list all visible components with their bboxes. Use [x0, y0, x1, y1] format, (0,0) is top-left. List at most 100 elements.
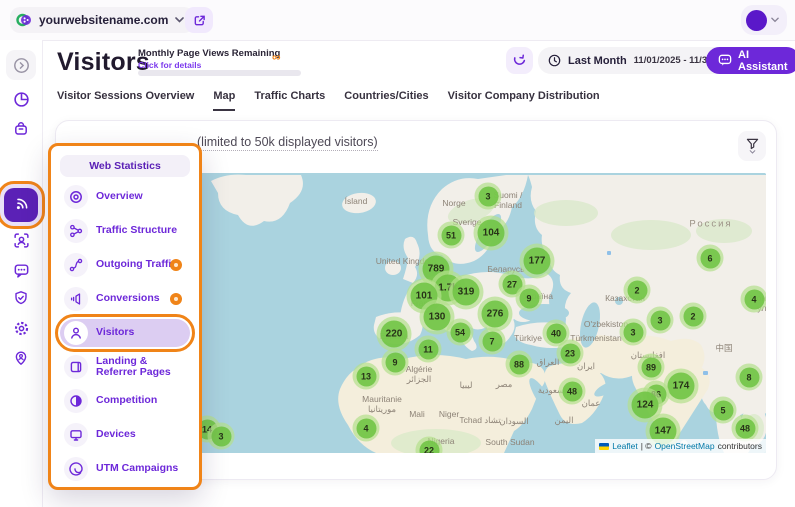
spiral-icon: [64, 457, 88, 481]
ai-chat-icon: [718, 54, 732, 67]
map-cluster[interactable]: 22: [416, 437, 443, 454]
website-selector[interactable]: yourwebsitename.com: [10, 7, 194, 33]
flyout-item-outgoing-traffic[interactable]: Outgoing Traffic: [60, 251, 190, 279]
leaflet-link[interactable]: Leaflet: [612, 441, 638, 451]
pageviews-remaining-label: Monthly Page Views Remaining: [138, 48, 280, 59]
map-cluster[interactable]: 3: [620, 319, 647, 346]
flyout-item-overview[interactable]: Overview: [60, 183, 190, 211]
flyout-item-label: Traffic Structure: [96, 225, 177, 236]
openstreetmap-link[interactable]: OpenStreetMap: [655, 441, 715, 451]
map-cluster[interactable]: 6: [697, 245, 724, 272]
web-statistics-flyout: Web Statistics Overview Traffic Structur…: [48, 143, 202, 490]
sidebar-item-analytics[interactable]: [6, 84, 36, 114]
target-icon: [64, 185, 88, 209]
map-cluster[interactable]: 220: [377, 317, 412, 352]
web-statistics-signal-icon: [12, 196, 30, 214]
flyout-item-landing-referrer-pages[interactable]: Landing & Referrer Pages: [60, 353, 190, 381]
flyout-item-visitors[interactable]: Visitors: [60, 319, 190, 347]
sidebar-expand-toggle[interactable]: [6, 50, 36, 80]
network-icon: [64, 219, 88, 243]
map-cluster[interactable]: 5: [710, 397, 737, 424]
map-cluster[interactable]: 276: [478, 297, 513, 332]
tab-visitor-company-distribution[interactable]: Visitor Company Distribution: [448, 90, 600, 111]
refresh-button[interactable]: [506, 47, 533, 74]
sidebar-item-user-scan[interactable]: [6, 225, 36, 255]
flyout-item-conversions[interactable]: Conversions: [60, 285, 190, 313]
map-cluster[interactable]: 2: [680, 303, 707, 330]
tab-countries-cities[interactable]: Countries/Cities: [344, 90, 428, 111]
map-attribution: Leaflet | © OpenStreetMap contributors: [595, 439, 766, 453]
map-cluster[interactable]: 3: [475, 183, 502, 210]
shield-check-icon: [13, 290, 29, 306]
refresh-icon: [512, 53, 527, 68]
pageviews-infinity-value: ∞: [272, 50, 281, 64]
pie-chart-icon: [13, 91, 30, 108]
account-menu[interactable]: [741, 5, 787, 35]
map-cluster[interactable]: 9: [382, 349, 409, 376]
map-cluster[interactable]: 4: [353, 415, 380, 442]
map-cluster[interactable]: 7: [479, 328, 506, 355]
attribution-suffix: contributors: [718, 441, 762, 451]
map-cluster[interactable]: 51: [438, 222, 465, 249]
route-icon: [64, 253, 88, 277]
flyout-item-label: Visitors: [96, 327, 134, 338]
map-cluster[interactable]: 88: [506, 351, 533, 378]
tab-traffic-charts[interactable]: Traffic Charts: [254, 90, 325, 111]
tab-visitor-sessions-overview[interactable]: Visitor Sessions Overview: [57, 90, 194, 111]
map-cluster[interactable]: 2: [624, 277, 651, 304]
pageviews-progress-bar: [138, 70, 301, 76]
map-title: (limited to 50k displayed visitors): [197, 135, 378, 151]
map-cluster[interactable]: 89: [638, 354, 665, 381]
flyout-item-label: Overview: [96, 191, 143, 202]
flyout-item-devices[interactable]: Devices: [60, 421, 190, 449]
map-cluster[interactable]: 9: [516, 285, 543, 312]
map-cluster[interactable]: 13: [353, 363, 380, 390]
flyout-item-label: Conversions: [96, 293, 160, 304]
map-cluster[interactable]: 54: [447, 319, 474, 346]
map-cluster[interactable]: 48: [559, 378, 586, 405]
bag-icon: [13, 121, 29, 137]
funnel-icon: [746, 138, 759, 150]
item-badge: [170, 293, 182, 305]
map-cluster[interactable]: 3: [208, 423, 235, 450]
flyout-item-label: Devices: [96, 429, 136, 440]
arrow-right-circle-icon: [13, 57, 30, 74]
sidebar-item-chat[interactable]: [6, 255, 36, 285]
sidebar-item-orders[interactable]: [6, 114, 36, 144]
map-cluster[interactable]: 3: [647, 307, 674, 334]
chevron-down-icon: [175, 17, 184, 23]
ai-assistant-label: AI Assistant: [738, 49, 788, 73]
pageviews-details-link[interactable]: Click for details: [138, 60, 201, 70]
flyout-item-label: Outgoing Traffic: [96, 259, 177, 270]
website-name: yourwebsitename.com: [39, 13, 168, 27]
megaphone-icon: [64, 287, 88, 311]
clock-icon: [548, 54, 561, 67]
sidebar-item-web-statistics[interactable]: [4, 188, 38, 222]
flyout-item-label: UTM Campaigns: [96, 463, 178, 474]
map-cluster[interactable]: 4: [741, 286, 767, 313]
open-website-button[interactable]: [185, 7, 213, 33]
flyout-item-label: Landing & Referrer Pages: [96, 356, 190, 378]
map-cluster[interactable]: 319: [449, 275, 484, 310]
sidebar-item-security[interactable]: [6, 283, 36, 313]
sidebar-item-settings[interactable]: [6, 313, 36, 343]
gear-icon: [13, 320, 30, 337]
flyout-item-competition[interactable]: Competition: [60, 387, 190, 415]
map-cluster[interactable]: 48: [732, 415, 759, 442]
ai-assistant-button[interactable]: AI Assistant: [706, 47, 795, 74]
map-cluster[interactable]: 11: [415, 336, 442, 363]
flyout-item-utm-campaigns[interactable]: UTM Campaigns: [60, 455, 190, 483]
filter-button[interactable]: [738, 131, 766, 161]
map-cluster[interactable]: 177: [520, 244, 555, 279]
tab-map[interactable]: Map: [213, 90, 235, 111]
item-badge: [170, 259, 182, 271]
user-scan-icon: [13, 232, 30, 249]
map-cluster[interactable]: 104: [474, 216, 509, 251]
chevron-down-icon: [771, 17, 779, 23]
attribution-separator: | ©: [641, 441, 652, 451]
flyout-item-traffic-structure[interactable]: Traffic Structure: [60, 217, 190, 245]
external-link-icon: [193, 14, 206, 27]
map-cluster[interactable]: 8: [736, 364, 763, 391]
map-cluster[interactable]: 23: [557, 340, 584, 367]
sidebar-item-location[interactable]: [6, 343, 36, 373]
